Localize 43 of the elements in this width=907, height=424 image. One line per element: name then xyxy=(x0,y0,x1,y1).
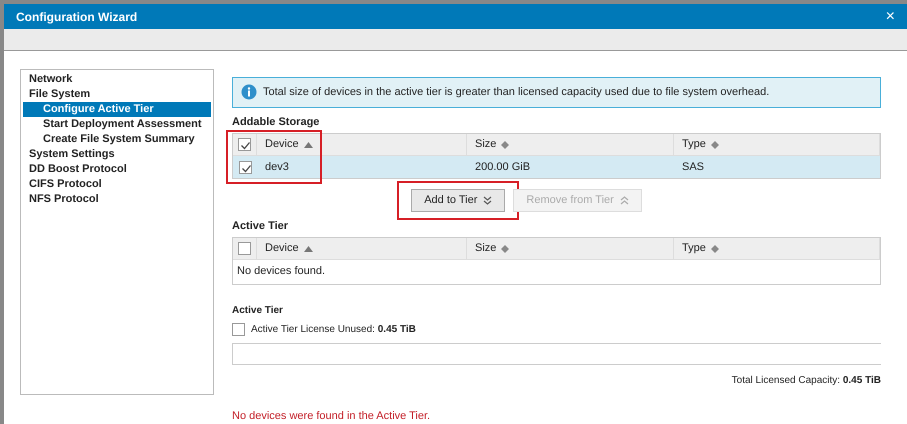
sort-icon[interactable] xyxy=(501,140,510,148)
sort-icon[interactable] xyxy=(710,140,719,148)
checkbox[interactable] xyxy=(238,242,251,255)
section-heading: Addable Storage xyxy=(232,114,320,130)
sort-icon[interactable] xyxy=(501,244,510,252)
column-header[interactable]: Type xyxy=(674,238,880,259)
sort-ascending-icon[interactable] xyxy=(304,142,313,148)
legend-swatch xyxy=(232,322,245,336)
checkbox[interactable] xyxy=(238,138,251,151)
table-row[interactable]: dev3 200.00 GiB SAS xyxy=(233,156,880,178)
close-button[interactable]: × xyxy=(886,8,895,25)
sidebar-item[interactable]: Start Deployment Assessment xyxy=(23,117,211,132)
table-cell-text: SAS xyxy=(681,160,706,175)
tier-button[interactable]: Add to Tier xyxy=(411,189,506,212)
sidebar-item[interactable]: Network xyxy=(23,72,211,87)
column-header[interactable]: Device xyxy=(257,134,467,155)
info-message: Total size of devices in the active tier is greater than licensed capacity used due to file system overhead. xyxy=(263,85,770,100)
legend-label: Active Tier License Unused: 0.45 TiB xyxy=(251,322,416,336)
sidebar-item[interactable]: Configure Active Tier xyxy=(23,102,211,117)
info-icon xyxy=(241,84,257,100)
sidebar-item[interactable]: DD Boost Protocol xyxy=(23,162,211,177)
sort-ascending-icon[interactable] xyxy=(304,246,313,252)
column-header[interactable]: Size xyxy=(467,134,674,155)
sidebar-item[interactable]: System Settings xyxy=(23,147,211,162)
error-message: No devices were found in the Active Tier. xyxy=(232,408,432,424)
column-header[interactable]: Device xyxy=(257,238,467,259)
checkbox[interactable] xyxy=(238,160,252,174)
sidebar-item[interactable]: File System xyxy=(23,87,211,102)
double-chevron-up-icon xyxy=(620,196,629,205)
sidebar-item[interactable]: NFS Protocol xyxy=(23,192,211,207)
section-heading: Active Tier xyxy=(232,218,290,234)
sidebar-item[interactable]: CIFS Protocol xyxy=(23,177,211,192)
double-chevron-down-icon xyxy=(483,196,492,205)
column-header[interactable]: Type xyxy=(674,134,880,155)
column-header[interactable]: Size xyxy=(467,238,674,259)
table-cell-text: 200.00 GiB xyxy=(474,160,532,175)
section-heading: Active Tier xyxy=(232,304,284,318)
sidebar-item[interactable]: Create File System Summary xyxy=(23,132,211,147)
sort-icon[interactable] xyxy=(710,244,719,252)
empty-message: No devices found. xyxy=(236,264,326,279)
window-title: Configuration Wizard xyxy=(16,8,138,26)
total-capacity: Total Licensed Capacity: 0.45 TiB xyxy=(732,374,881,386)
table-cell-text: dev3 xyxy=(264,160,290,175)
